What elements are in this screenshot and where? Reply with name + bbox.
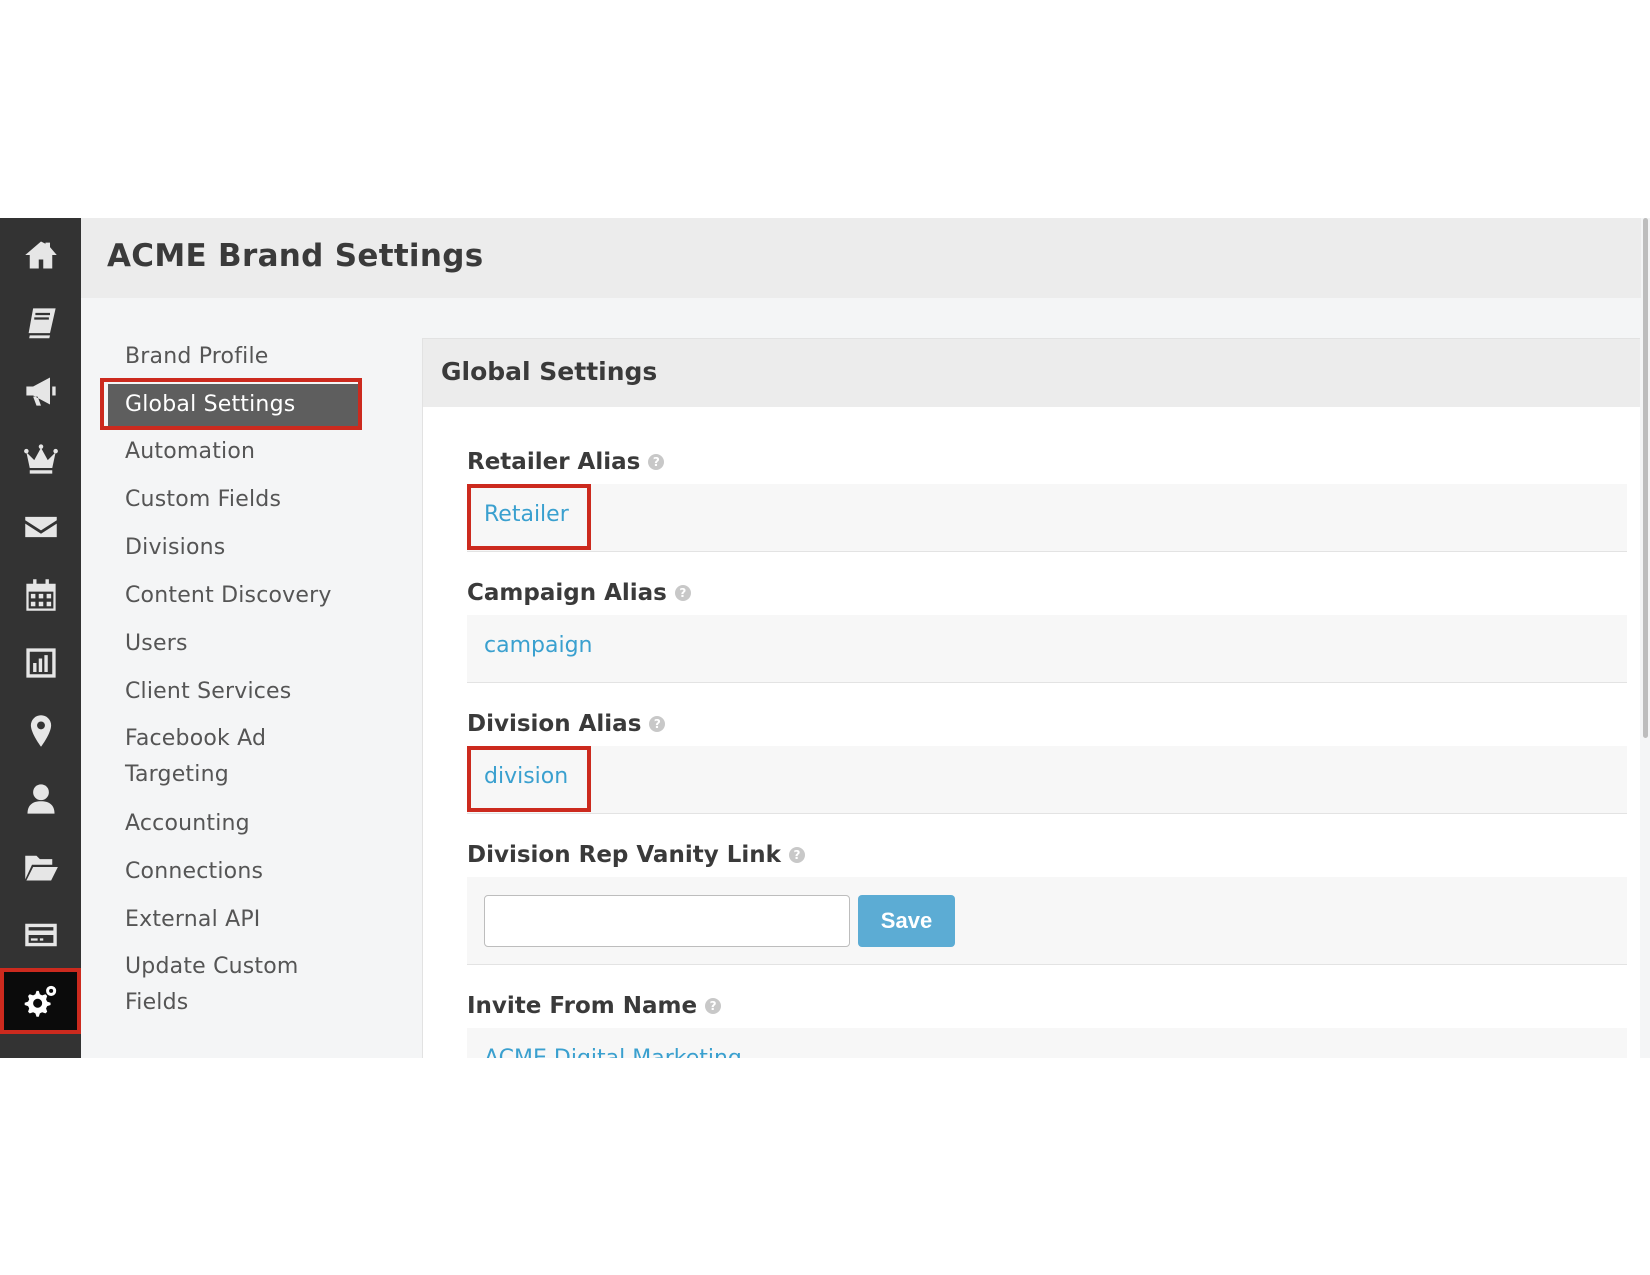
campaign-alias-row: campaign	[467, 615, 1627, 683]
megaphone-icon	[25, 377, 56, 406]
nav-item-facebook-ad-targeting[interactable]: Facebook Ad Targeting	[125, 721, 310, 793]
vanity-link-label-text: Division Rep Vanity Link	[467, 842, 781, 868]
scrollbar-thumb[interactable]	[1643, 218, 1648, 738]
rail-billing[interactable]	[0, 900, 81, 970]
scrollbar[interactable]	[1641, 218, 1650, 738]
division-alias-label-text: Division Alias	[467, 711, 642, 737]
nav-item-global-settings[interactable]: Global Settings	[108, 384, 360, 426]
retailer-alias-label-text: Retailer Alias	[467, 449, 641, 475]
panel-header: Global Settings	[423, 339, 1640, 407]
panel-title: Global Settings	[441, 357, 658, 386]
page-header: ACME Brand Settings	[81, 218, 1641, 298]
nav-item-accounting[interactable]: Accounting	[125, 805, 375, 842]
vanity-link-input[interactable]	[484, 895, 850, 947]
rail-calendar[interactable]	[0, 560, 81, 630]
user-icon	[27, 784, 54, 814]
rail-home[interactable]	[0, 220, 81, 290]
nav-item-client-services[interactable]: Client Services	[125, 673, 375, 710]
envelope-icon	[24, 516, 57, 538]
campaign-alias-label-text: Campaign Alias	[467, 580, 667, 606]
nav-item-custom-fields[interactable]: Custom Fields	[125, 481, 375, 518]
help-icon[interactable]: ?	[674, 585, 691, 601]
vanity-link-label: Division Rep Vanity Link ?	[467, 842, 805, 868]
rail-campaigns[interactable]	[0, 356, 81, 426]
help-icon[interactable]: ?	[705, 998, 722, 1014]
book-icon	[28, 308, 56, 339]
app-frame: ACME Brand Settings Brand Profile Global …	[0, 218, 1650, 1058]
invite-from-name-value[interactable]: ACME Digital Marketing	[484, 1046, 742, 1058]
nav-item-external-api[interactable]: External API	[125, 901, 375, 938]
folder-open-icon	[24, 855, 58, 881]
crown-icon	[23, 444, 58, 474]
help-icon[interactable]: ?	[648, 454, 665, 470]
rail-locations[interactable]	[0, 696, 81, 766]
nav-item-connections[interactable]: Connections	[125, 853, 375, 890]
rail-profile[interactable]	[0, 764, 81, 834]
division-alias-row: division	[467, 746, 1627, 814]
rail-book[interactable]	[0, 288, 81, 358]
credit-card-icon	[24, 923, 57, 947]
invite-from-name-label-text: Invite From Name	[467, 993, 698, 1019]
invite-from-name-label: Invite From Name ?	[467, 993, 722, 1019]
rail-crown[interactable]	[0, 424, 81, 494]
nav-item-content-discovery[interactable]: Content Discovery	[125, 577, 375, 614]
campaign-alias-label: Campaign Alias ?	[467, 580, 691, 606]
help-icon[interactable]: ?	[649, 716, 666, 732]
retailer-alias-row: Retailer	[467, 484, 1627, 552]
retailer-alias-label: Retailer Alias ?	[467, 449, 665, 475]
calendar-icon	[25, 579, 56, 611]
campaign-alias-value[interactable]: campaign	[484, 633, 592, 658]
icon-rail	[0, 218, 81, 1058]
page-title: ACME Brand Settings	[107, 238, 484, 274]
help-icon[interactable]: ?	[788, 847, 805, 863]
nav-item-divisions[interactable]: Divisions	[125, 529, 375, 566]
nav-item-brand-profile[interactable]: Brand Profile	[125, 338, 375, 375]
invite-from-name-row: ACME Digital Marketing	[467, 1028, 1627, 1058]
nav-item-automation[interactable]: Automation	[125, 433, 375, 470]
retailer-alias-value[interactable]: Retailer	[484, 502, 569, 527]
save-button[interactable]: Save	[858, 895, 955, 947]
rail-reports[interactable]	[0, 628, 81, 698]
rail-settings[interactable]	[0, 968, 81, 1034]
division-alias-label: Division Alias ?	[467, 711, 666, 737]
gears-icon	[24, 985, 56, 1017]
vanity-link-row: Save	[467, 877, 1627, 965]
bar-chart-icon	[25, 648, 56, 678]
map-pin-icon	[30, 715, 51, 747]
home-icon	[24, 241, 57, 269]
rail-messages[interactable]	[0, 492, 81, 562]
global-settings-panel: Global Settings Retailer Alias ? Retaile…	[422, 338, 1640, 1058]
nav-item-update-custom-fields[interactable]: Update Custom Fields	[125, 949, 310, 1021]
division-alias-value[interactable]: division	[484, 764, 568, 789]
settings-nav: Brand Profile Global Settings Automation Cu…	[81, 298, 422, 1058]
rail-files[interactable]	[0, 832, 81, 902]
nav-item-users[interactable]: Users	[125, 625, 375, 662]
